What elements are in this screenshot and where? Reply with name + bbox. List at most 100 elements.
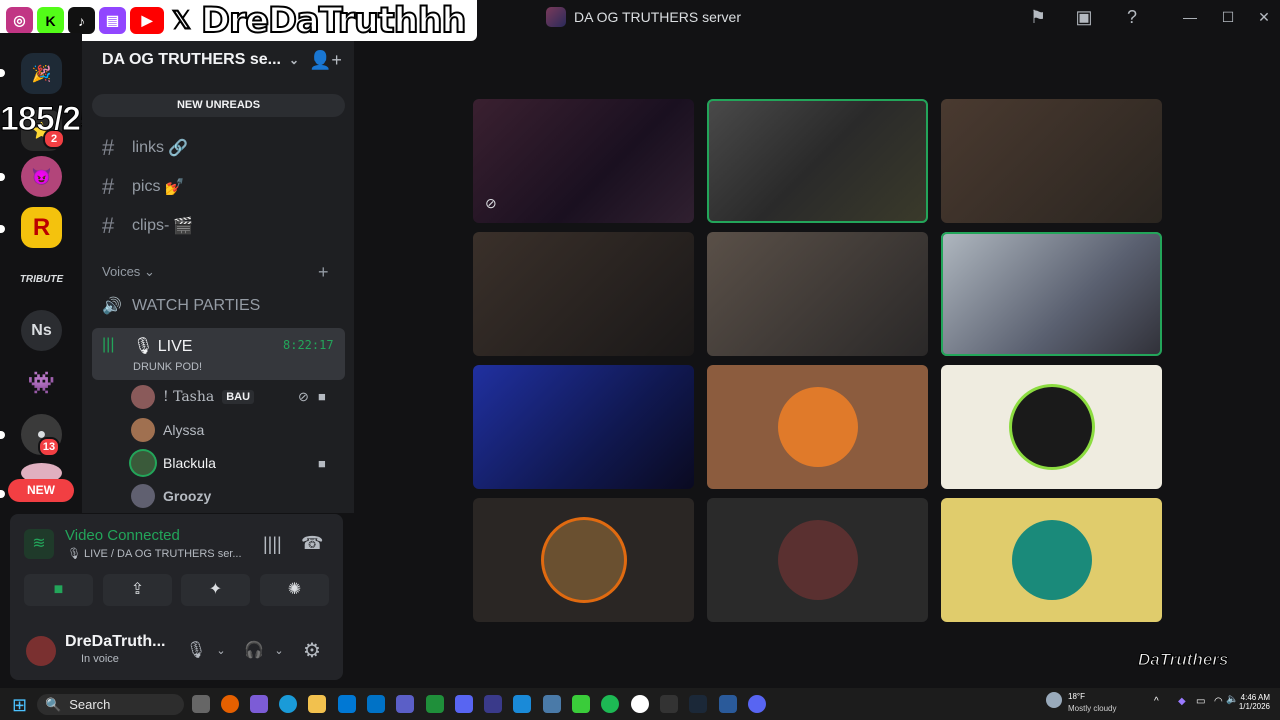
xbox-icon[interactable] (426, 695, 444, 713)
weather-icon[interactable] (1046, 692, 1062, 708)
tray-app-icon[interactable]: ◆ (1178, 696, 1186, 707)
store-icon[interactable] (338, 695, 356, 713)
video-tile[interactable] (941, 232, 1162, 356)
avatar[interactable] (26, 636, 56, 666)
channel-name: clips- (132, 217, 170, 234)
steam-icon[interactable] (689, 695, 707, 713)
outlook-icon[interactable] (367, 695, 385, 713)
chevron-down-icon: ⌄ (288, 53, 300, 67)
clock-time: 4:46 AM (1240, 693, 1270, 702)
live-name-text: LIVE (157, 338, 193, 355)
obs-icon[interactable] (631, 695, 649, 713)
minimize-button[interactable]: — (1176, 6, 1204, 28)
video-tile[interactable] (473, 232, 694, 356)
tray-chevron-icon[interactable]: ^ (1154, 696, 1159, 707)
speaker-icon: 🔊 (102, 298, 122, 315)
signal-icon[interactable]: ≋ (24, 529, 54, 559)
camera-button[interactable]: ■ (24, 574, 93, 606)
search-label: Search (69, 697, 111, 712)
channel-watch-parties[interactable]: 🔊 WATCH PARTIES (102, 292, 260, 320)
chevron-down-icon[interactable]: ⌄ (209, 639, 233, 663)
microphone-icon[interactable]: 🎙 (184, 639, 208, 663)
server-icon-ghost[interactable]: 👾 (21, 362, 62, 403)
clock[interactable]: 4:46 AM 1/1/2026 (1230, 693, 1270, 711)
video-tile[interactable] (941, 99, 1162, 223)
spotify-icon[interactable] (601, 695, 619, 713)
channel-clips[interactable]: # clips- 🎬 (102, 212, 193, 240)
app-icon[interactable] (660, 695, 678, 713)
member-row[interactable]: ! Tasha BAU (131, 384, 255, 410)
server-rockstar[interactable]: R (21, 207, 62, 248)
wifi-icon[interactable]: ◠ (1214, 696, 1223, 707)
chevron-down-icon: ⌄ (143, 264, 155, 279)
maximize-button[interactable]: ☐ (1214, 6, 1242, 28)
file-explorer-icon[interactable] (308, 695, 326, 713)
tray-app-icon[interactable]: ▭ (1196, 696, 1205, 707)
app-icon[interactable] (719, 695, 737, 713)
camera-icon: ■ (318, 389, 326, 404)
avatar-tile[interactable] (707, 365, 928, 489)
disconnect-icon[interactable]: ☎ (301, 533, 323, 554)
video-tile[interactable] (707, 99, 928, 223)
chevron-down-icon[interactable]: ⌄ (267, 639, 291, 663)
invite-icon[interactable]: 👤+ (309, 50, 342, 71)
app-icon[interactable] (455, 695, 473, 713)
avatar-tile[interactable] (941, 365, 1162, 489)
app-icon[interactable] (572, 695, 590, 713)
noise-suppression-icon[interactable]: |||| (263, 534, 282, 555)
member-row[interactable]: Alyssa (131, 417, 204, 443)
app-icon[interactable] (484, 695, 502, 713)
edge-icon[interactable] (279, 695, 297, 713)
tiktok-icon: ♪ (68, 7, 95, 34)
headphones-icon[interactable]: 🎧 (242, 639, 266, 663)
channel-name: pics (132, 178, 161, 195)
inbox-icon[interactable]: ▣ (1073, 6, 1095, 28)
category-voices[interactable]: Voices ⌄ (102, 264, 155, 280)
server-party[interactable]: 🎉 (21, 53, 62, 94)
server-ns[interactable]: Ns (21, 310, 62, 351)
discord-icon[interactable] (748, 695, 766, 713)
soundboard-button[interactable]: ✺ (260, 574, 329, 606)
video-tile[interactable] (473, 365, 694, 489)
user-name[interactable]: DreDaTruth... (65, 633, 165, 651)
avatar-tile[interactable] (941, 498, 1162, 622)
firefox-icon[interactable] (221, 695, 239, 713)
voice-status[interactable]: Video Connected (65, 527, 180, 544)
nails-emoji: 💅 (164, 179, 185, 196)
avatar-tile[interactable] (473, 498, 694, 622)
voice-active-icon: ||| (102, 336, 115, 353)
activities-button[interactable]: ✦ (181, 574, 250, 606)
screen-share-button[interactable]: ⇪ (103, 574, 172, 606)
channel-pics[interactable]: # pics 💅 (102, 173, 184, 201)
taskbar-search[interactable]: 🔍 Search (37, 694, 184, 715)
mic-muted-icon: ⊘ (485, 195, 497, 211)
channel-live[interactable] (92, 328, 345, 380)
flag-icon[interactable]: ⚑ (1027, 6, 1049, 28)
new-unreads-bar[interactable]: NEW UNREADS (92, 94, 345, 117)
photos-icon[interactable] (543, 695, 561, 713)
channel-name: links (132, 139, 165, 156)
clapper-emoji: 🎬 (173, 218, 194, 235)
member-row[interactable]: Blackula (131, 450, 216, 476)
help-icon[interactable]: ? (1121, 6, 1143, 28)
close-button[interactable]: ✕ (1250, 6, 1278, 28)
windows-start-icon[interactable]: ⊞ (12, 695, 27, 716)
app-icon[interactable] (513, 695, 531, 713)
channel-links[interactable]: # links 🔗 (102, 134, 188, 162)
overlay-watermark: DaTruthers (1137, 650, 1229, 670)
video-tile[interactable] (707, 232, 928, 356)
teams-icon[interactable] (396, 695, 414, 713)
copilot-icon[interactable] (250, 695, 268, 713)
channel-name: WATCH PARTIES (132, 297, 261, 314)
guild-name: DA OG TRUTHERS se... (102, 51, 281, 68)
add-channel-icon[interactable]: + (318, 262, 329, 283)
gear-icon[interactable]: ⚙ (300, 639, 324, 663)
member-row[interactable]: Groozy (131, 483, 211, 509)
avatar-tile[interactable] (707, 498, 928, 622)
server-icon-3[interactable]: 😈 (21, 156, 62, 197)
task-view-icon[interactable] (192, 695, 210, 713)
new-unreads-pill[interactable]: NEW (8, 479, 74, 502)
video-tile[interactable]: ⊘ (473, 99, 694, 223)
server-tribute[interactable]: TRIBUTE (20, 259, 63, 300)
hash-icon: # (102, 174, 115, 199)
